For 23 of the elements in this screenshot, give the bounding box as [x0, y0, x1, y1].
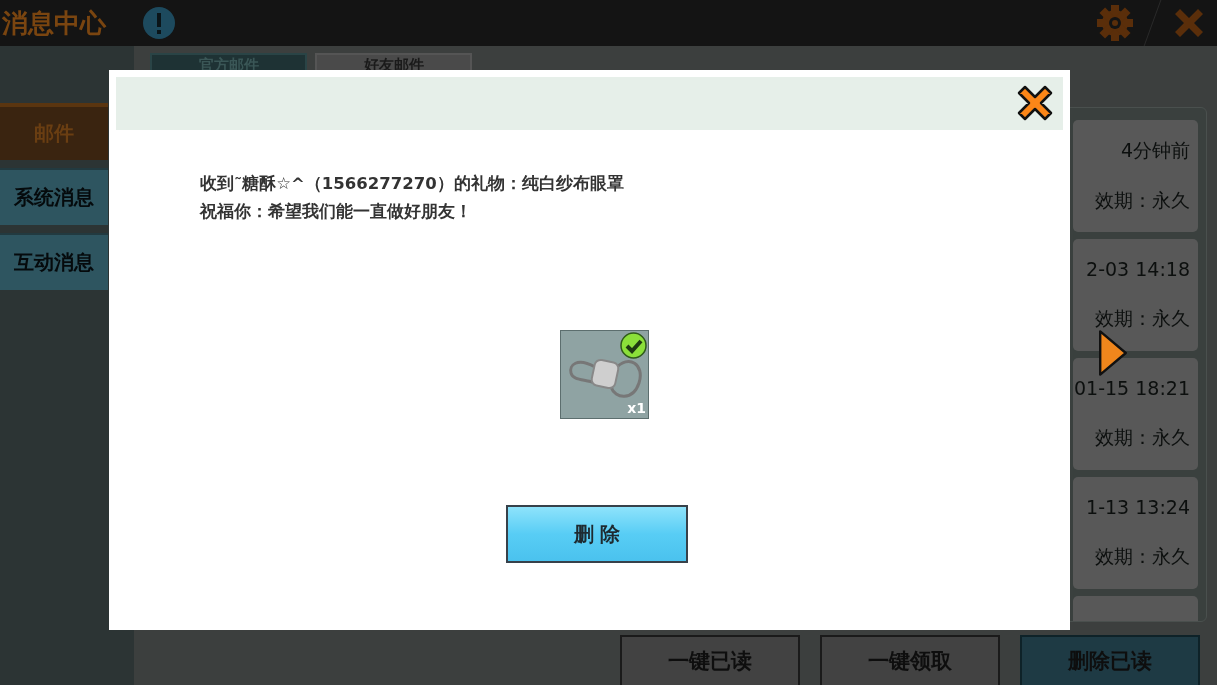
mail-card[interactable]: 01-15 18:21 效期：永久 — [1073, 358, 1198, 470]
mail-card[interactable]: 4分钟前 效期：永久 — [1073, 120, 1198, 232]
mail-time: 4分钟前 — [1120, 138, 1190, 163]
mail-time: 01-15 18:21 — [1074, 377, 1190, 399]
mail-card[interactable]: 1-13 13:24 效期：永久 — [1073, 477, 1198, 589]
next-arrow-icon[interactable] — [1097, 329, 1129, 377]
blessing-message: 祝福你：希望我们能一直做好朋友！ — [200, 201, 473, 223]
sidebar-item[interactable]: 系统消息 — [0, 168, 108, 225]
mail-time: 2-03 14:18 — [1086, 258, 1190, 280]
mail-validity: 效期：永久 — [1095, 188, 1190, 213]
delete-button[interactable]: 删 除 — [506, 505, 688, 563]
mail-validity: 效期：永久 — [1095, 306, 1190, 331]
gift-message: 收到˜糖酥☆^（1566277270）的礼物：纯白纱布眼罩 — [200, 173, 625, 195]
item-slot[interactable]: x1 — [560, 330, 649, 419]
item-quantity: x1 — [627, 400, 646, 416]
app-title: 消息中心 — [2, 6, 106, 40]
mail-card[interactable]: 2-03 14:18 效期：永久 — [1073, 239, 1198, 351]
mail-time: 1-13 13:24 — [1086, 496, 1190, 518]
mail-validity: 效期：永久 — [1095, 544, 1190, 569]
info-icon[interactable] — [142, 6, 176, 40]
sidebar-item[interactable]: 互动消息 — [0, 233, 108, 290]
settings-icon[interactable] — [1096, 4, 1134, 42]
mail-validity: 效期：永久 — [1095, 425, 1190, 450]
